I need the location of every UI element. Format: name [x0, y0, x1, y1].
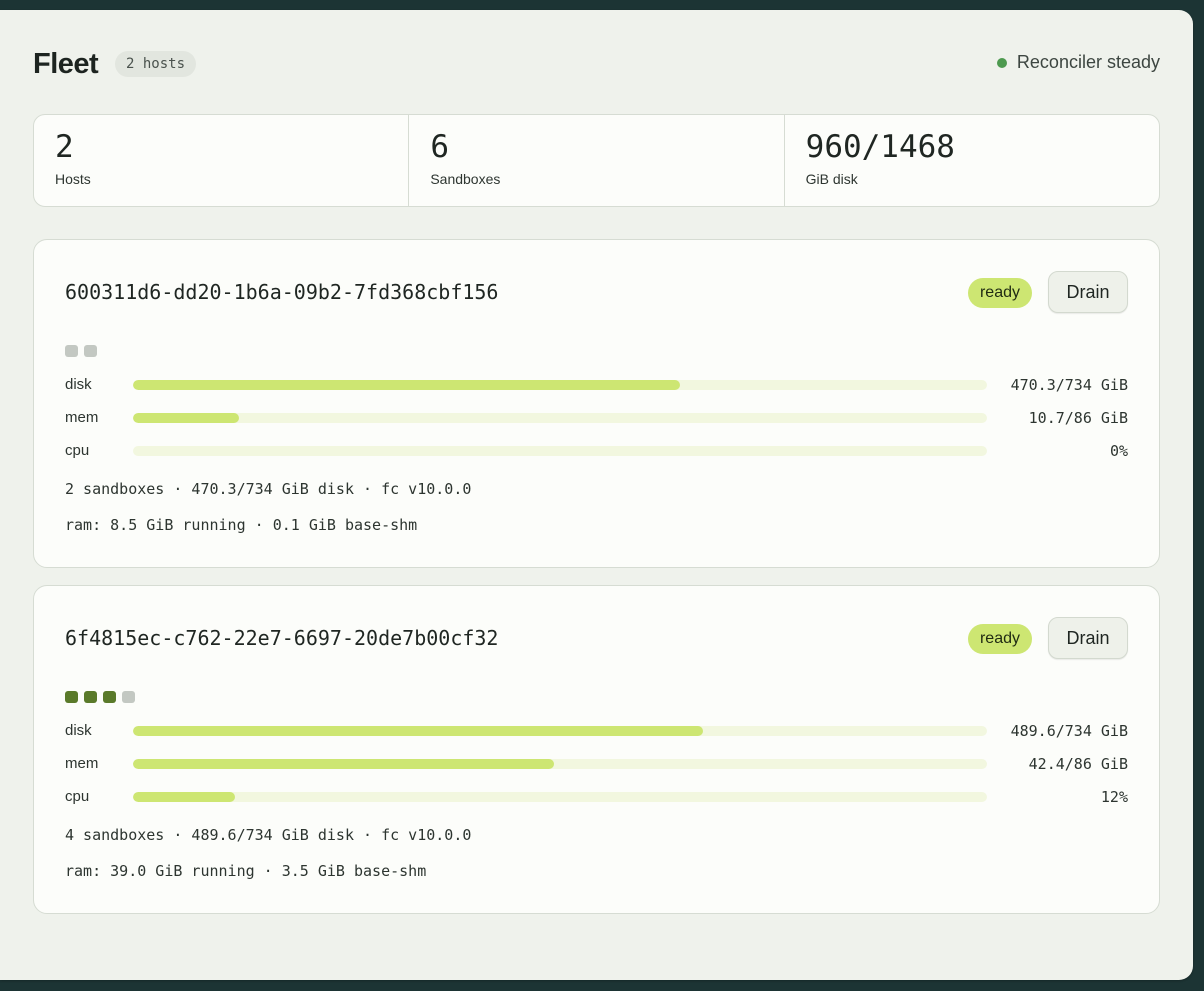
- meter-value: 0%: [1109, 442, 1128, 460]
- host-id: 6f4815ec-c762-22e7-6697-20de7b00cf32: [65, 626, 499, 650]
- meter-label: cpu: [65, 788, 90, 805]
- sandbox-slot-used: [65, 691, 78, 703]
- meter-value: 489.6/734 GiB: [1010, 722, 1128, 740]
- meter-fill: [133, 413, 239, 423]
- stat-hosts: 2 Hosts: [34, 115, 408, 206]
- meter-track: [133, 413, 987, 423]
- stat-label: Sandboxes: [430, 171, 501, 187]
- sandbox-slot-free: [122, 691, 135, 703]
- meter-label: disk: [65, 376, 92, 393]
- meter-fill: [133, 726, 703, 736]
- host-status-badge: ready: [967, 624, 1032, 654]
- stat-label: Hosts: [55, 171, 91, 187]
- stat-value: 6: [430, 129, 449, 165]
- sandbox-slots: [65, 345, 97, 357]
- meter-track: [133, 792, 987, 802]
- meter-fill: [133, 759, 555, 769]
- host-summary: 2 sandboxes · 470.3/734 GiB disk · fc v1…: [65, 480, 472, 498]
- sandbox-slot-used: [84, 691, 97, 703]
- page-title: Fleet: [33, 48, 99, 80]
- meter-track: [133, 380, 987, 390]
- meter-label: disk: [65, 722, 92, 739]
- meter-value: 42.4/86 GiB: [1028, 755, 1128, 773]
- stat-value: 960/1468: [805, 129, 955, 165]
- host-ram: ram: 39.0 GiB running · 3.5 GiB base-shm: [65, 862, 427, 880]
- stat-sandboxes: 6 Sandboxes: [408, 115, 783, 206]
- sandbox-slots: [65, 691, 135, 703]
- meter-mem: mem 10.7/86 GiB: [65, 408, 1128, 428]
- sandbox-slot-free: [84, 345, 97, 357]
- meter-value: 470.3/734 GiB: [1010, 376, 1128, 394]
- stat-disk: 960/1468 GiB disk: [783, 115, 1159, 206]
- meter-mem: mem 42.4/86 GiB: [65, 754, 1128, 774]
- host-status-badge: ready: [967, 278, 1032, 308]
- stat-label: GiB disk: [805, 171, 858, 187]
- host-summary: 4 sandboxes · 489.6/734 GiB disk · fc v1…: [65, 826, 472, 844]
- meter-track: [133, 759, 987, 769]
- fleet-panel: Fleet 2 hosts Reconciler steady 2 Hosts …: [0, 10, 1193, 980]
- sandbox-slot-used: [103, 691, 116, 703]
- meter-track: [133, 726, 987, 736]
- sandbox-slot-free: [65, 345, 78, 357]
- meter-fill: [133, 380, 681, 390]
- host-count-badge: 2 hosts: [115, 51, 197, 77]
- meter-cpu: cpu 12%: [65, 787, 1128, 807]
- host-card: 6f4815ec-c762-22e7-6697-20de7b00cf32 rea…: [33, 585, 1160, 914]
- drain-button[interactable]: Drain: [1048, 617, 1128, 659]
- meter-disk: disk 470.3/734 GiB: [65, 375, 1128, 395]
- status-dot-icon: [996, 57, 1007, 68]
- stat-value: 2: [55, 129, 74, 165]
- meter-fill: [133, 792, 236, 802]
- meter-label: cpu: [65, 442, 90, 459]
- meter-value: 12%: [1100, 788, 1128, 806]
- reconciler-status-text: Reconciler steady: [1016, 52, 1160, 72]
- host-ram: ram: 8.5 GiB running · 0.1 GiB base-shm: [65, 516, 418, 534]
- host-id: 600311d6-dd20-1b6a-09b2-7fd368cbf156: [65, 280, 499, 304]
- meter-label: mem: [65, 755, 99, 772]
- reconciler-status: Reconciler steady: [996, 52, 1160, 73]
- meter-disk: disk 489.6/734 GiB: [65, 721, 1128, 741]
- meter-label: mem: [65, 409, 99, 426]
- drain-button[interactable]: Drain: [1048, 271, 1128, 313]
- fleet-stats: 2 Hosts 6 Sandboxes 960/1468 GiB disk: [33, 114, 1160, 207]
- fleet-header: Fleet 2 hosts Reconciler steady: [33, 48, 1160, 84]
- meter-value: 10.7/86 GiB: [1028, 409, 1128, 427]
- meter-track: [133, 446, 987, 456]
- meter-cpu: cpu 0%: [65, 441, 1128, 461]
- host-card: 600311d6-dd20-1b6a-09b2-7fd368cbf156 rea…: [33, 239, 1160, 568]
